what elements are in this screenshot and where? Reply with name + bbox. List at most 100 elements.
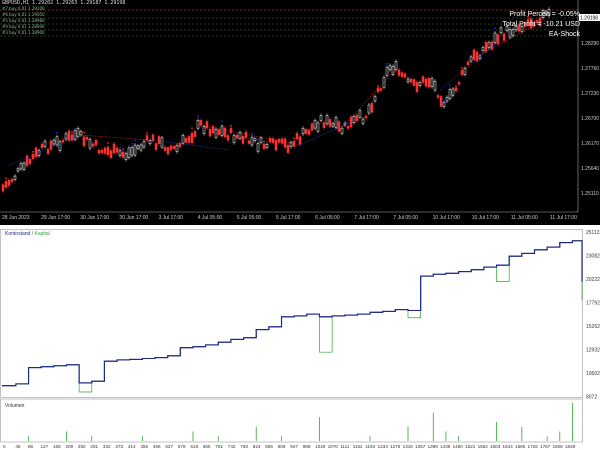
candle-body [382,77,386,88]
candle-body [124,153,128,160]
candle-body [208,128,212,137]
candle-body [298,136,302,145]
candle-body [250,137,254,146]
candle-body [307,129,311,135]
candle-body [235,134,239,139]
candle-body [403,73,407,78]
price-tick-label: 1.25110 [581,191,599,197]
candle-body [127,147,131,158]
x-tick-label: 1275 [390,444,401,449]
candle-body [421,76,425,83]
x-tick-label: 1111 [340,444,350,449]
x-tick-label: 1398 [428,444,439,449]
x-tick-label: 1152 [353,444,363,449]
candle-body [241,135,245,144]
trade-marker [146,132,148,134]
x-tick-label: 906 [278,444,286,449]
candle-body [271,138,275,143]
candle-body [346,126,350,129]
candle-body [85,136,89,140]
x-tick-label: 0 [3,444,6,449]
candle-body [394,61,398,70]
candle-body [148,140,152,145]
time-tick-label: 7 Jul 17:00 [354,215,379,221]
time-tick-label: 10 Jul 17:00 [433,215,460,221]
y-tick-label: 8072 [586,395,597,401]
candle-body [79,131,83,136]
candle-body [508,29,512,38]
candle-body [322,122,326,129]
x-tick-label: 332 [103,444,111,449]
x-tick-label: 1316 [403,444,414,449]
candle-body [484,41,488,52]
x-tick-label: 660 [203,444,211,449]
candle-body [283,138,287,148]
candle-body [376,87,380,93]
trade-marker [122,148,124,151]
candle-body [427,77,431,88]
candle-body [82,136,86,147]
balance-chart-canvas: 25113 23082 20222 17792 15262 12932 10502 8072 0… [0,229,600,449]
x-tick-label: 1726 [528,444,539,449]
candle-body [13,175,17,180]
trade-marker [71,131,73,133]
candle-body [448,89,452,99]
total-profit-label: Total Profit = -10.21 USD [502,21,580,28]
legend-balance: Kontostand [5,231,31,237]
candle-body [202,126,206,134]
price-tick-label: 1.28290 [581,41,599,47]
candle-body [418,82,422,86]
trade-marker [494,27,496,30]
candle-body [454,87,458,92]
x-tick-label: 1070 [328,444,339,449]
trade-marker [119,147,121,150]
candle-body [388,65,392,71]
candle-body [28,158,32,165]
trade-link-line [339,69,396,131]
order-level-label: #3 buy 0.01 1.28900 [2,30,45,35]
time-tick-label: 30 Jun 17:00 [80,215,109,221]
candle-body [130,147,134,156]
x-tick-label: 1193 [365,444,375,449]
balance-chart[interactable]: 25113 23082 20222 17792 15262 12932 10502 8072 0… [0,229,600,450]
candle-body [67,130,71,141]
time-tick-label: 5 Jul 05:00 [237,215,262,221]
candle-body [337,121,341,132]
time-tick-label: 4 Jul 05:00 [198,215,223,221]
candle-body [274,140,278,151]
candle-body [229,127,233,134]
x-tick-label: 1562 [478,444,489,449]
candle-body [118,150,122,156]
price-chart[interactable]: 1.288201.282901.277601.272301.267001.261… [0,0,600,225]
y-tick-label: 17792 [586,301,600,307]
candle-body [10,179,14,183]
x-tick-label: 373 [115,444,123,449]
candle-body [163,146,167,151]
candle-body [157,136,161,144]
candle-body [325,115,329,125]
candle-body [331,123,335,127]
candle-body [49,140,53,150]
trade-marker [293,137,295,140]
candle-body [25,155,29,166]
candle-body [43,140,47,147]
candle-body [406,78,410,83]
y-tick-label: 12932 [586,348,600,354]
candle-body [112,143,116,154]
time-tick-label: 7 Jul 05:00 [393,215,418,221]
price-chart-canvas: 1.288201.282901.277601.272301.267001.261… [0,0,600,221]
x-tick-label: 45 [15,444,21,449]
candle-body [400,72,404,77]
balance-legend: Kontostand / Kapital [5,231,50,237]
candle-body [1,184,5,192]
candle-body [409,78,413,83]
candle-body [109,150,113,158]
candle-body [391,66,395,75]
trade-marker [32,150,34,153]
candle-body [286,144,290,153]
time-tick-label: 3 Jul 17:00 [159,215,184,221]
time-tick-label: 10 Jul 17:00 [472,215,499,221]
candle-body [73,130,77,140]
candle-body [358,110,362,118]
candle-body [214,129,218,138]
